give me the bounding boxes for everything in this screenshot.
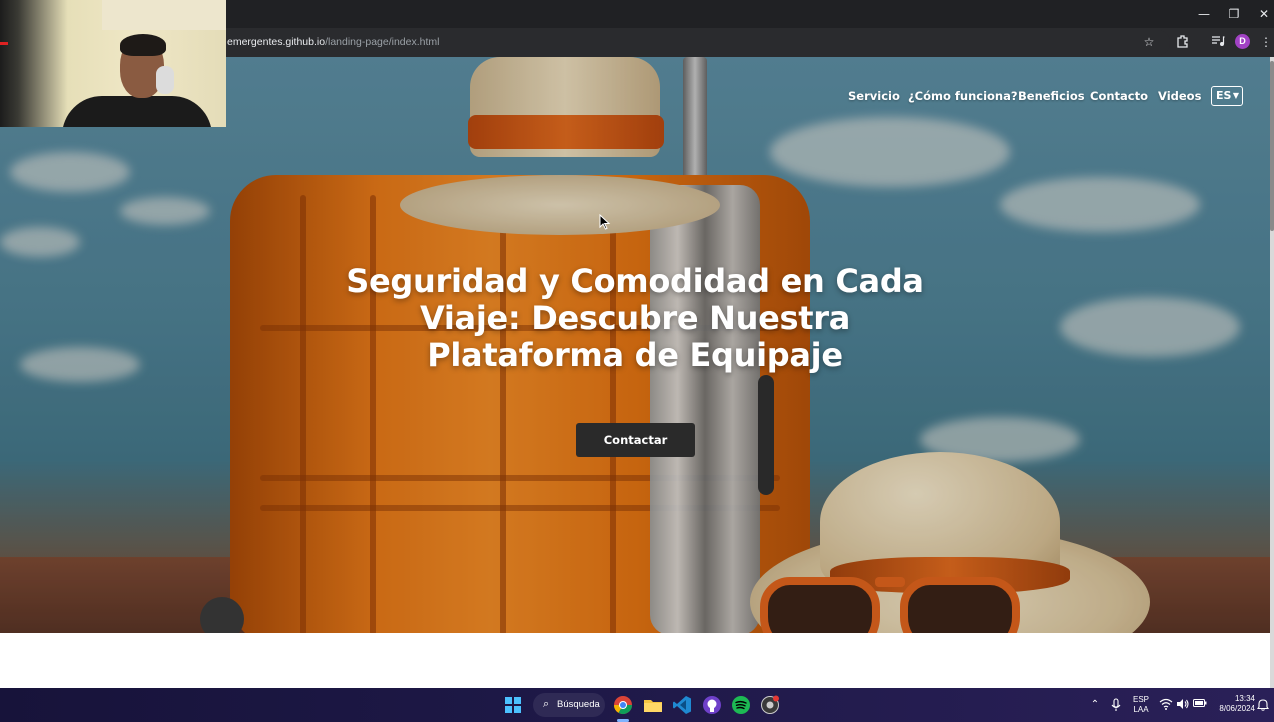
input-language-line2: LAA: [1133, 705, 1149, 714]
start-tile: [514, 697, 521, 704]
extensions-icon[interactable]: [1175, 34, 1191, 50]
chevron-up-icon[interactable]: ⌃: [1088, 698, 1102, 712]
start-tile: [514, 706, 521, 713]
menu-icon[interactable]: ⋮: [1258, 34, 1274, 50]
webcam-person-hair: [120, 34, 166, 56]
windows-start-icon[interactable]: [505, 697, 521, 713]
start-tile: [505, 706, 512, 713]
contact-button[interactable]: Contactar: [576, 423, 695, 457]
start-tile: [505, 697, 512, 704]
page-scrollbar[interactable]: [1270, 57, 1274, 688]
minimize-button[interactable]: —: [1189, 4, 1219, 24]
chrome-icon[interactable]: [613, 695, 633, 715]
media-icon[interactable]: [1210, 34, 1226, 50]
input-language-line1: ESP: [1132, 695, 1149, 704]
hero-section: Servicio ¿Cómo funciona? Beneficios Cont…: [0, 57, 1270, 633]
headset-icon: [156, 66, 174, 94]
github-icon[interactable]: [702, 695, 722, 715]
webcam-red-light: [0, 42, 8, 45]
language-value: ES: [1216, 89, 1232, 102]
nav-link-beneficios[interactable]: Beneficios: [1018, 89, 1085, 103]
taskbar-search[interactable]: ⌕ Búsqueda: [533, 693, 605, 717]
spotify-icon[interactable]: [731, 695, 751, 715]
notification-bell-icon[interactable]: [1256, 698, 1270, 712]
screen: — ❐ ✕ emergentes.github.io/landing-page/…: [0, 0, 1274, 722]
clock-date: 8/06/2024: [1219, 704, 1255, 713]
url-host: emergentes.github.io: [227, 36, 326, 48]
clock-time: 13:34: [1234, 694, 1255, 703]
web-page: Servicio ¿Cómo funciona? Beneficios Cont…: [0, 57, 1270, 688]
nav-link-servicio[interactable]: Servicio: [848, 89, 900, 103]
scroll-thumb[interactable]: [1270, 61, 1274, 231]
search-label: Búsqueda: [557, 699, 600, 710]
profile-avatar[interactable]: D: [1235, 34, 1250, 49]
close-button[interactable]: ✕: [1249, 4, 1274, 24]
battery-icon[interactable]: [1193, 698, 1207, 712]
taskbar: ⌕ Búsqueda ⌃ ESP LAA 13:34 8/06/2024: [0, 688, 1274, 722]
chevron-down-icon: ▼: [1232, 91, 1239, 100]
input-language[interactable]: ESP LAA: [1129, 695, 1153, 715]
chrome-dev-icon[interactable]: [760, 695, 780, 715]
vscode-icon[interactable]: [672, 695, 692, 715]
microphone-icon[interactable]: [1109, 698, 1123, 712]
clock[interactable]: 13:34 8/06/2024: [1211, 694, 1255, 714]
star-icon[interactable]: ☆: [1141, 34, 1157, 50]
volume-icon[interactable]: [1176, 698, 1190, 712]
url-path: /landing-page/index.html: [325, 36, 440, 48]
address-bar[interactable]: emergentes.github.io/landing-page/index.…: [210, 30, 1170, 55]
webcam-person-body: [62, 96, 212, 127]
wifi-icon[interactable]: [1159, 698, 1173, 712]
nav-link-contacto[interactable]: Contacto: [1090, 89, 1148, 103]
webcam-overlay: [0, 0, 226, 127]
restore-button[interactable]: ❐: [1219, 4, 1249, 24]
file-explorer-icon[interactable]: [643, 695, 663, 715]
search-icon: ⌕: [543, 697, 550, 710]
hero-headline: Seguridad y Comodidad en Cada Viaje: Des…: [346, 262, 924, 374]
language-select[interactable]: ES ▼: [1211, 86, 1243, 106]
nav-link-como-funciona[interactable]: ¿Cómo funciona?: [908, 89, 1018, 103]
webcam-background-shelf: [102, 0, 226, 30]
nav-link-videos[interactable]: Videos: [1158, 89, 1201, 103]
url-text: emergentes.github.io/landing-page/index.…: [227, 36, 440, 48]
mouse-cursor-icon: [599, 213, 611, 235]
